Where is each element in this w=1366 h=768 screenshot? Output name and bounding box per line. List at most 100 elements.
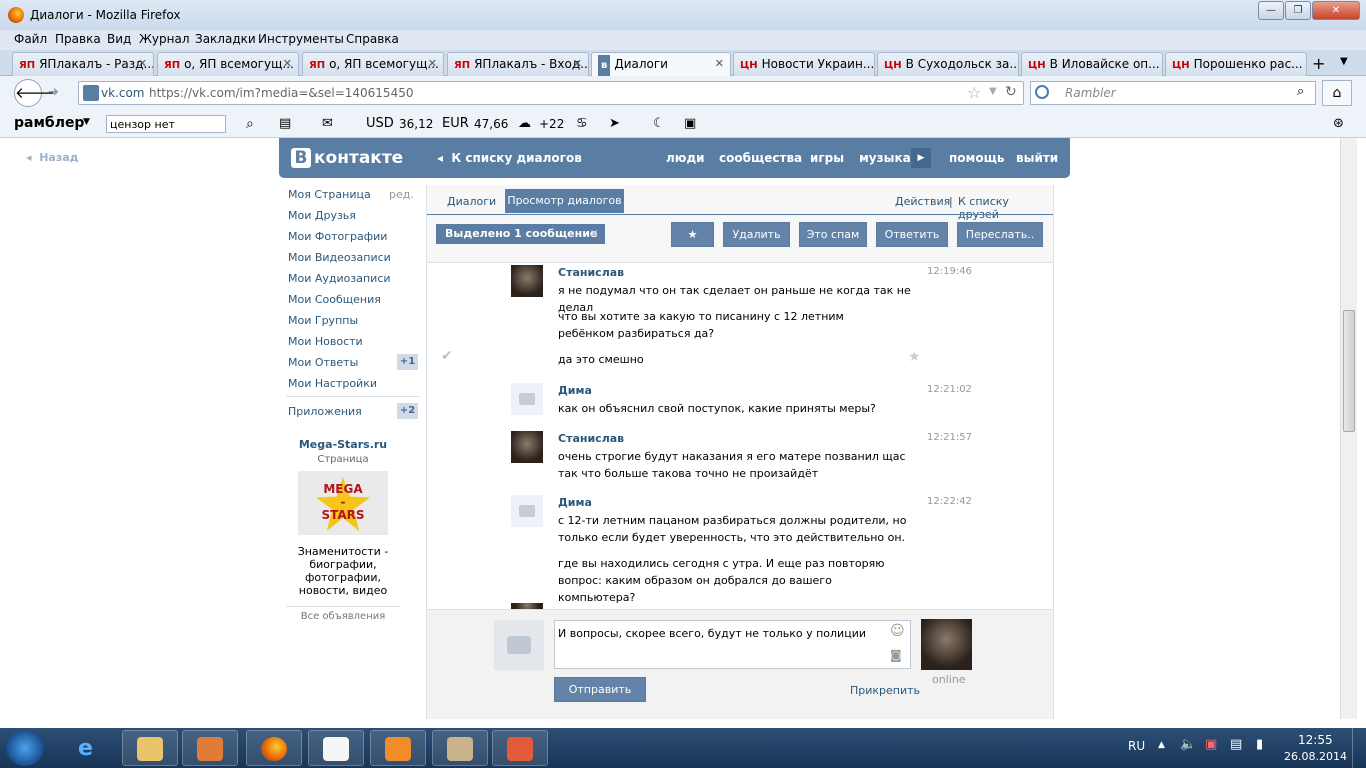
tab-news-2[interactable]: ЦН В Суходольск за...: [877, 52, 1019, 76]
ad-block[interactable]: Mega-Stars.ru Страница MEGA - STARS Знам…: [286, 438, 400, 622]
network-icon[interactable]: ▣: [1205, 737, 1217, 752]
clear-selection-icon[interactable]: ✕: [590, 224, 599, 244]
close-tab-icon[interactable]: ✕: [138, 53, 147, 75]
menu-audio[interactable]: Мои Аудиозаписи: [288, 272, 391, 285]
music-play-icon[interactable]: ▶: [911, 148, 931, 168]
sender-name[interactable]: Дима: [558, 384, 592, 397]
send-icon[interactable]: ➤: [609, 116, 620, 131]
rambler-search-input[interactable]: цензор нет: [106, 115, 226, 133]
moon-icon[interactable]: ☾: [653, 116, 665, 131]
site-identity-icon[interactable]: [83, 85, 99, 101]
sender-name[interactable]: Станислав: [558, 432, 624, 445]
menu-friends[interactable]: Мои Друзья: [288, 209, 356, 222]
rambler-search-icon[interactable]: ⌕: [246, 116, 254, 132]
nav-music[interactable]: музыка: [859, 151, 911, 165]
menu-answers[interactable]: Мои Ответы: [288, 356, 358, 369]
app-taskbar-button[interactable]: [370, 730, 426, 766]
message-star-icon[interactable]: ★: [908, 349, 921, 365]
home-icon[interactable]: ⌂: [1322, 80, 1352, 106]
message-time[interactable]: 12:19:46: [927, 266, 972, 277]
media-taskbar-button[interactable]: [182, 730, 238, 766]
message-input[interactable]: И вопросы, скорее всего, будут не только…: [554, 620, 911, 669]
tab-view-dialogs[interactable]: Просмотр диалогов: [505, 189, 624, 213]
mail-icon[interactable]: ✉: [322, 116, 333, 131]
nav-communities[interactable]: сообщества: [719, 151, 802, 165]
menu-bookmarks[interactable]: Закладки: [195, 32, 256, 46]
close-window-button[interactable]: ✕: [1312, 1, 1360, 20]
news-icon[interactable]: ▤: [279, 116, 291, 131]
scrollbar-thumb[interactable]: [1343, 310, 1355, 432]
clock-time[interactable]: 12:55: [1298, 733, 1333, 747]
friends-list-link[interactable]: К списку друзей: [958, 195, 1053, 221]
menu-news[interactable]: Мои Новости: [288, 335, 363, 348]
rambler-brand[interactable]: рамблер: [14, 115, 84, 131]
menu-file[interactable]: Файл: [14, 32, 47, 46]
addon-icon[interactable]: ⊛: [1333, 116, 1344, 131]
back-arrow-icon[interactable]: 🡐: [14, 79, 55, 107]
search-icon[interactable]: ⌕: [1297, 84, 1304, 99]
solitaire-taskbar-button[interactable]: [308, 730, 364, 766]
volume-icon[interactable]: 🔈: [1180, 737, 1196, 752]
menu-my-page[interactable]: Моя Страница: [288, 188, 371, 201]
avatar[interactable]: [511, 265, 543, 297]
menu-view[interactable]: Вид: [107, 32, 131, 46]
avatar[interactable]: [511, 495, 543, 527]
minimize-button[interactable]: —: [1258, 1, 1284, 20]
start-button[interactable]: [6, 730, 44, 766]
sender-name[interactable]: Станислав: [558, 266, 624, 279]
firefox-taskbar-button[interactable]: [246, 730, 302, 766]
show-desktop-button[interactable]: [1352, 728, 1366, 768]
all-ads-link[interactable]: Все объявления: [286, 611, 400, 622]
weather-cloud-icon[interactable]: ☁: [518, 116, 531, 131]
power-icon[interactable]: ▮: [1256, 737, 1263, 752]
close-tab-icon[interactable]: ✕: [283, 53, 292, 75]
message-time[interactable]: 12:21:57: [927, 432, 972, 443]
avatar[interactable]: [511, 431, 543, 463]
ad-image[interactable]: MEGA - STARS: [298, 471, 388, 535]
tab-dialogs-list[interactable]: Диалоги: [447, 195, 496, 208]
tab-news-3[interactable]: ЦН В Иловайске оп...: [1021, 52, 1163, 76]
url-bar[interactable]: vk.com https://vk.com/im?media=&sel=1406…: [78, 81, 1024, 105]
tab-news-1[interactable]: ЦН Новости Украин...: [733, 52, 875, 76]
spam-button[interactable]: Это спам: [799, 222, 867, 247]
forward-button[interactable]: Переслать..: [957, 222, 1043, 247]
tab-yaplakal-4[interactable]: ЯП ЯПлакалъ - Вход... ✕: [447, 52, 589, 76]
reload-icon[interactable]: ↻: [1005, 84, 1017, 100]
new-tab-button[interactable]: +: [1312, 54, 1325, 73]
rambler-engine-icon[interactable]: [1035, 85, 1049, 99]
menu-help[interactable]: Справка: [346, 32, 399, 46]
tab-list-chevron-icon[interactable]: ▼: [1340, 56, 1348, 67]
menu-groups[interactable]: Мои Группы: [288, 314, 358, 327]
tv-icon[interactable]: ▣: [684, 116, 696, 131]
rambler-menu-chevron-icon[interactable]: ▼: [83, 117, 90, 127]
emoji-icon[interactable]: ☺: [890, 623, 905, 639]
back-link[interactable]: ◂ Назад: [26, 151, 79, 164]
send-button[interactable]: Отправить: [554, 677, 646, 702]
menu-photos[interactable]: Мои Фотографии: [288, 230, 387, 243]
nav-logout[interactable]: выйти: [1016, 151, 1058, 165]
tab-news-4[interactable]: ЦН Порошенко рас...: [1165, 52, 1307, 76]
menu-tools[interactable]: Инструменты: [258, 32, 344, 46]
close-tab-icon[interactable]: ✕: [573, 53, 582, 75]
page-scrollbar[interactable]: [1340, 138, 1357, 719]
attach-photo-icon[interactable]: ◙: [890, 648, 902, 662]
actions-link[interactable]: Действия: [895, 195, 950, 208]
maximize-button[interactable]: ❐: [1285, 1, 1311, 20]
message-time[interactable]: 12:21:02: [927, 384, 972, 395]
app-taskbar-button[interactable]: [492, 730, 548, 766]
menu-edit[interactable]: Правка: [55, 32, 101, 46]
explorer-taskbar-button[interactable]: [122, 730, 178, 766]
tray-app-icon[interactable]: ▤: [1230, 737, 1242, 752]
nav-help[interactable]: помощь: [949, 151, 1004, 165]
menu-messages[interactable]: Мои Сообщения: [288, 293, 381, 306]
app-taskbar-button[interactable]: [432, 730, 488, 766]
close-tab-icon[interactable]: ✕: [428, 53, 437, 75]
bookmark-star-icon[interactable]: ☆: [967, 83, 981, 102]
star-message-button[interactable]: ★: [671, 222, 714, 247]
search-box[interactable]: Rambler ⌕: [1030, 81, 1316, 105]
menu-history[interactable]: Журнал: [139, 32, 190, 46]
tab-yaplakal-1[interactable]: ЯП ЯПлакалъ - Разд... ✕: [12, 52, 154, 76]
avatar[interactable]: [511, 383, 543, 415]
sender-name[interactable]: Дима: [558, 496, 592, 509]
tray-expand-icon[interactable]: ▲: [1158, 740, 1165, 750]
